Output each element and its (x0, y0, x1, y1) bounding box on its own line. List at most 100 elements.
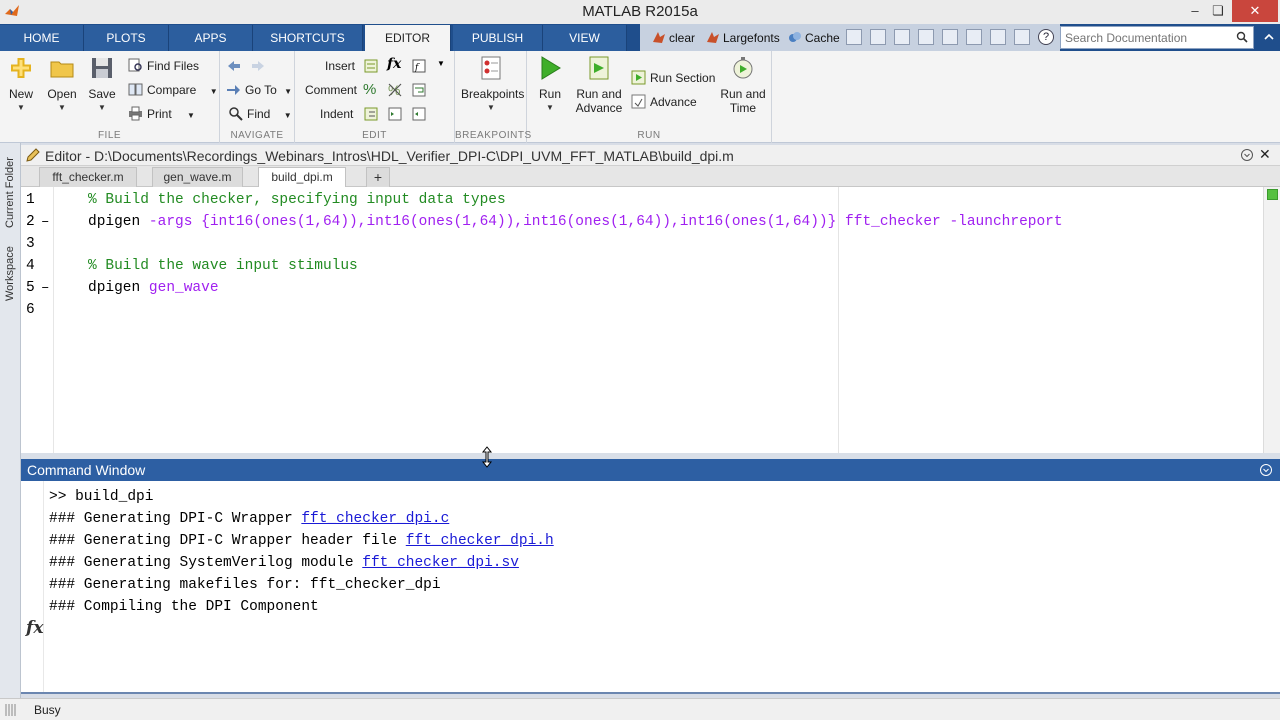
code-editor[interactable]: 1 2 – 3 4 5 – 6 % Build the checker, spe… (21, 187, 1280, 453)
command-output-line: ### Generating SystemVerilog module fft_… (49, 552, 519, 574)
status-text: Busy (34, 703, 61, 717)
editor-titlebar: Editor - D:\Documents\Recordings_Webinar… (21, 145, 1280, 166)
expand-toolstrip-icon[interactable] (1262, 30, 1276, 44)
close-editor-icon[interactable]: ✕ (1259, 146, 1271, 163)
tab-publish[interactable]: PUBLISH (453, 25, 543, 51)
decrease-indent-icon[interactable] (411, 106, 427, 122)
uncomment-icon[interactable]: % (387, 82, 403, 98)
tab-shortcuts[interactable]: SHORTCUTS (253, 25, 363, 51)
find-files-button[interactable]: Find Files (128, 56, 199, 76)
code-text[interactable]: % Build the checker, specifying input da… (88, 189, 1063, 321)
line-number: 5 (26, 280, 35, 296)
current-folder-tab[interactable]: Current Folder (2, 149, 19, 237)
comment-button[interactable]: Comment (305, 80, 357, 100)
save-label: Save (88, 87, 116, 101)
copy-icon[interactable] (918, 29, 934, 45)
shortcut-icon[interactable] (846, 29, 862, 45)
run-button[interactable]: Run ▼ (533, 55, 567, 112)
cache-icon (789, 32, 801, 42)
insert-section-icon[interactable] (363, 58, 379, 74)
run-section-icon (631, 70, 646, 85)
cache-shortcut[interactable]: Cache (788, 28, 840, 48)
insert-cell-icon[interactable]: f (411, 58, 427, 74)
new-label: New (8, 87, 33, 101)
indent-button[interactable]: Indent (320, 104, 353, 124)
insert-label: Insert (325, 59, 356, 73)
maximize-button[interactable]: ❏ (1203, 0, 1233, 22)
wrap-comments-icon[interactable] (411, 82, 427, 98)
undo-icon[interactable] (966, 29, 982, 45)
back-arrow-icon[interactable] (226, 58, 242, 74)
run-and-advance-button[interactable]: Run and Advance (573, 55, 625, 115)
code-comment: % Build the wave input stimulus (88, 258, 358, 274)
output-text: ### Generating DPI-C Wrapper header file (49, 533, 406, 549)
run-and-time-label-2: Time (729, 101, 757, 115)
cut-icon[interactable] (894, 29, 910, 45)
file-link-h[interactable]: fft_checker_dpi.h (406, 533, 554, 549)
file-link-sv[interactable]: fft_checker_dpi.sv (362, 555, 519, 571)
breakpoint-marker[interactable]: – (41, 211, 49, 233)
clear-shortcut[interactable]: clear (652, 28, 695, 48)
smart-indent-icon[interactable] (363, 106, 379, 122)
help-icon[interactable]: ? (1038, 29, 1054, 45)
function-browser-icon[interactable]: fx (26, 618, 43, 638)
close-button[interactable]: ✕ (1232, 0, 1278, 22)
save-icon (92, 58, 112, 78)
breakpoints-group-label: BREAKPOINTS (455, 130, 532, 141)
print-button[interactable]: Print ▼ (128, 104, 195, 124)
panel-options-icon[interactable] (1259, 463, 1273, 477)
chevron-down-icon[interactable]: ▼ (437, 59, 445, 68)
tab-view[interactable]: VIEW (543, 25, 627, 51)
paste-icon[interactable] (942, 29, 958, 45)
find-button[interactable]: Find ▼ (228, 104, 292, 124)
tab-build-dpi[interactable]: build_dpi.m (258, 167, 346, 187)
command-output-line: ### Generating DPI-C Wrapper header file… (49, 530, 554, 552)
empty-line (88, 233, 1063, 255)
file-link-c[interactable]: fft_checker_dpi.c (301, 511, 449, 527)
save-button[interactable]: Save ▼ (84, 55, 120, 112)
save-icon[interactable] (870, 29, 886, 45)
breakpoints-button[interactable]: Breakpoints ▼ (461, 55, 524, 112)
tab-home[interactable]: HOME (0, 25, 84, 51)
tab-plots[interactable]: PLOTS (84, 25, 169, 51)
prompt-gutter (43, 481, 44, 692)
open-button[interactable]: Open ▼ (44, 55, 80, 112)
go-to-button[interactable]: Go To ▼ (226, 80, 292, 100)
switch-windows-icon[interactable] (1014, 29, 1030, 45)
search-input[interactable] (1061, 27, 1231, 48)
breakpoint-marker[interactable]: – (41, 277, 49, 299)
indent-label: Indent (320, 107, 354, 121)
add-tab-button[interactable]: + (366, 167, 390, 187)
editor-scrollbar[interactable] (1263, 187, 1280, 453)
new-button[interactable]: New ▼ (4, 55, 38, 112)
code-arguments: -args {int16(ones(1,64)),int16(ones(1,64… (148, 214, 1063, 230)
advance-button[interactable]: Advance (631, 92, 697, 112)
tab-fft-checker[interactable]: fft_checker.m (39, 167, 137, 187)
compare-label: Compare (147, 83, 197, 97)
run-section-button[interactable]: Run Section (631, 68, 715, 88)
forward-arrow-icon[interactable] (250, 58, 266, 74)
search-icon[interactable] (1236, 31, 1248, 43)
printer-icon (129, 106, 142, 121)
panel-options-icon[interactable] (1240, 148, 1254, 162)
tab-apps[interactable]: APPS (169, 25, 253, 51)
largefonts-shortcut[interactable]: Largefonts (706, 28, 780, 48)
run-section-label: Run Section (650, 71, 716, 85)
command-window[interactable]: >> build_dpi ### Generating DPI-C Wrappe… (21, 481, 1280, 694)
code-analyzer-ok-icon[interactable] (1267, 189, 1278, 200)
insert-function-icon[interactable]: fx (387, 56, 401, 72)
tab-editor[interactable]: EDITOR (365, 25, 451, 51)
increase-indent-icon[interactable] (387, 106, 403, 122)
comment-icon[interactable]: % (363, 81, 376, 98)
collapsed-panels: Current Folder Workspace (0, 143, 21, 698)
workspace-tab[interactable]: Workspace (2, 241, 19, 307)
redo-icon[interactable] (990, 29, 1006, 45)
insert-button[interactable]: Insert (325, 56, 355, 76)
run-and-time-label-1: Run and (720, 87, 766, 101)
compare-button[interactable]: Compare ▼ (128, 80, 218, 100)
tab-gen-wave[interactable]: gen_wave.m (152, 167, 243, 187)
code-arguments: gen_wave (148, 280, 219, 296)
code-command: dpigen (88, 280, 149, 296)
chevron-down-icon: ▼ (187, 111, 195, 120)
run-and-time-button[interactable]: Run and Time (719, 55, 767, 115)
